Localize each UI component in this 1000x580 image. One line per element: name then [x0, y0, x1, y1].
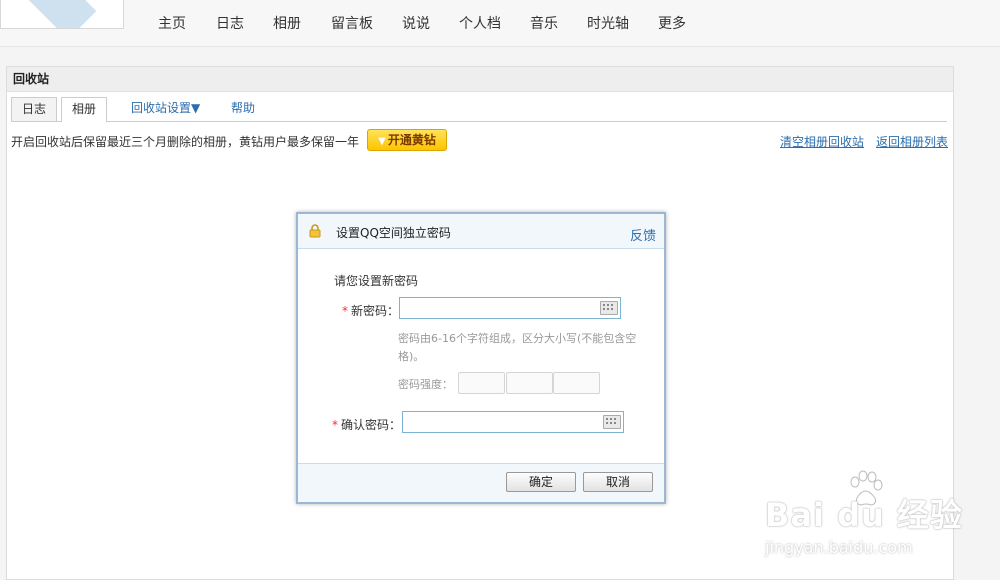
tab-help[interactable]: 帮助	[221, 97, 265, 120]
watermark-logo: Bai du 经验	[765, 496, 963, 534]
vip-open-button[interactable]: ▼ 开通黄钻	[367, 129, 447, 151]
tab-bar: 日志 相册 回收站设置▼ 帮助	[11, 97, 947, 122]
confirm-password-input[interactable]	[402, 411, 624, 433]
confirm-password-label: * 确认密码：	[332, 416, 401, 433]
nav-profile[interactable]: 个人档	[459, 13, 501, 33]
nav-more[interactable]: 更多	[658, 13, 686, 33]
avatar[interactable]	[0, 0, 124, 29]
dialog-title: 设置QQ空间独立密码	[336, 226, 451, 240]
new-password-label: * 新密码：	[342, 302, 399, 319]
strength-meter-segment	[553, 372, 600, 394]
dialog-title-bar: 设置QQ空间独立密码 反馈	[298, 214, 664, 249]
nav-blog[interactable]: 日志	[216, 13, 244, 33]
required-mark: *	[332, 418, 338, 432]
ok-button[interactable]: 确定	[506, 472, 576, 492]
nav-guestbook[interactable]: 留言板	[331, 13, 373, 33]
new-password-label-text: 新密码：	[351, 304, 400, 318]
panel-title: 回收站	[7, 67, 953, 92]
lock-icon	[309, 224, 321, 238]
nav-timeline[interactable]: 时光轴	[587, 13, 629, 33]
strength-label: 密码强度：	[398, 378, 453, 391]
keyboard-icon[interactable]	[603, 415, 621, 429]
nav-music[interactable]: 音乐	[530, 13, 558, 33]
confirm-password-label-text: 确认密码：	[341, 418, 402, 432]
nav-home[interactable]: 主页	[158, 13, 186, 33]
watermark-url: jingyan.baidu.com	[765, 538, 913, 557]
required-mark: *	[342, 304, 348, 318]
cancel-button[interactable]: 取消	[583, 472, 653, 492]
dialog-footer: 确定 取消	[298, 463, 664, 502]
clear-recycle-link[interactable]: 清空相册回收站	[780, 133, 864, 150]
feedback-link[interactable]: 反馈	[630, 225, 656, 244]
back-to-album-list-link[interactable]: 返回相册列表	[876, 133, 948, 150]
keyboard-icon[interactable]	[600, 301, 618, 315]
tab-album[interactable]: 相册	[61, 97, 108, 122]
top-navigation: 主页 日志 相册 留言板 说说 个人档 音乐 时光轴 更多	[0, 0, 1000, 47]
strength-meter-segment	[458, 372, 505, 394]
vip-open-label: 开通黄钻	[387, 133, 436, 147]
dialog-prompt: 请您设置新密码	[334, 274, 419, 288]
nav-album[interactable]: 相册	[273, 13, 301, 33]
tab-recycle-settings[interactable]: 回收站设置▼	[121, 97, 210, 120]
password-rule-hint: 密码由6-16个字符组成，区分大小写(不能包含空格)。	[398, 332, 637, 363]
strength-meter-segment	[506, 372, 553, 394]
retention-info: 开启回收站后保留最近三个月删除的相册，黄钻用户最多保留一年	[11, 135, 360, 149]
set-password-dialog: 设置QQ空间独立密码 反馈 请您设置新密码 * 新密码： 密码由6-16个字符组成…	[296, 212, 666, 504]
diamond-icon: ▼	[378, 136, 386, 147]
new-password-input[interactable]	[399, 297, 621, 319]
nav-shuoshuo[interactable]: 说说	[402, 13, 430, 33]
watermark: Bai du 经验 jingyan.baidu.com	[765, 468, 962, 564]
tab-blog[interactable]: 日志	[11, 97, 58, 121]
